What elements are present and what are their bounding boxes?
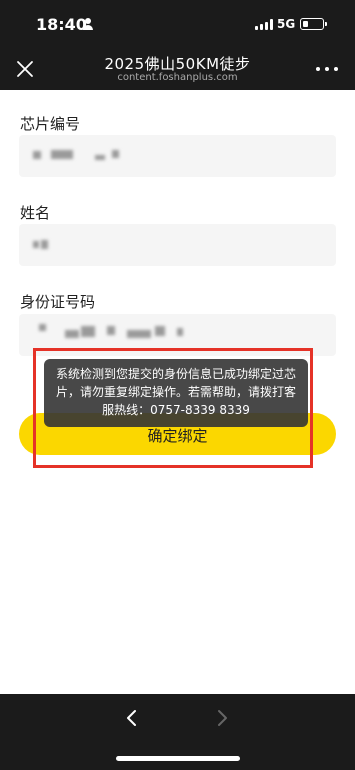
- signal-icon: [255, 19, 273, 30]
- page-domain: content.foshanplus.com: [117, 72, 238, 83]
- name-label: 姓名: [20, 204, 51, 222]
- back-chevron-icon[interactable]: [122, 708, 142, 728]
- nav-bar: 2025佛山50KM徒步 content.foshanplus.com: [0, 46, 355, 90]
- network-type: 5G: [277, 17, 296, 31]
- chip-number-input[interactable]: [19, 135, 336, 177]
- highlight-box: [33, 348, 313, 468]
- page-title: 2025佛山50KM徒步: [104, 55, 251, 73]
- battery-icon: [300, 18, 324, 30]
- person-icon: [83, 18, 93, 30]
- more-icon[interactable]: [316, 62, 342, 76]
- close-icon[interactable]: [14, 58, 36, 80]
- battery-tip: [325, 22, 327, 26]
- status-time: 18:40: [36, 15, 87, 34]
- home-indicator[interactable]: [116, 756, 240, 761]
- chip-number-label: 芯片编号: [20, 115, 81, 133]
- forward-chevron-icon: [212, 708, 232, 728]
- id-number-label: 身份证号码: [20, 293, 96, 311]
- status-bar: 18:40 5G: [0, 0, 355, 46]
- name-input[interactable]: [19, 224, 336, 266]
